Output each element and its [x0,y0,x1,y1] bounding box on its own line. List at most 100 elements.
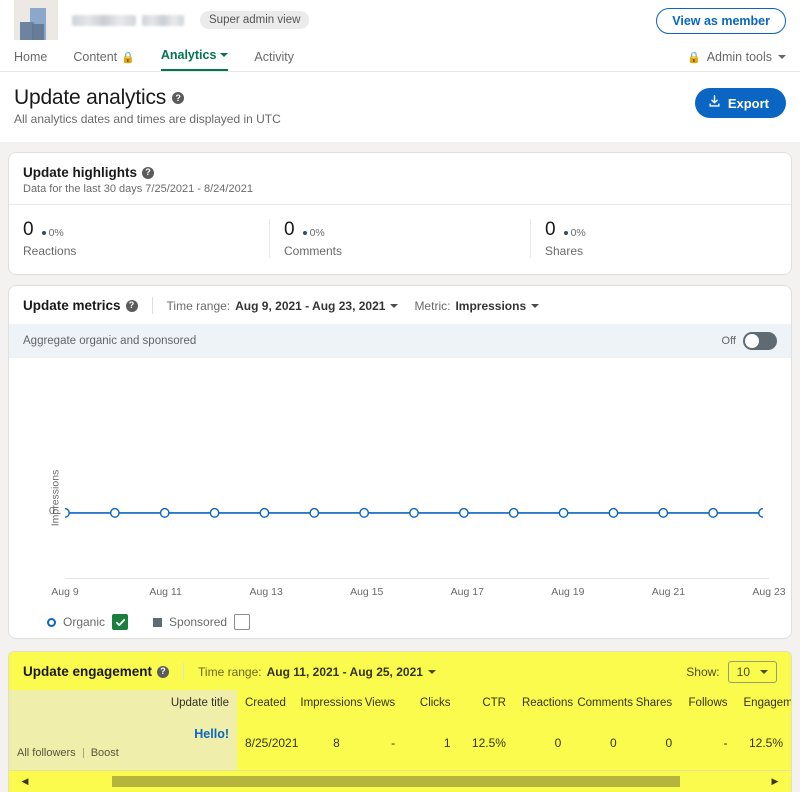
scrollbar-thumb[interactable] [112,776,681,787]
col-ctr[interactable]: CTR [459,690,514,716]
cell-reactions: 0 [554,736,562,750]
organization-logo[interactable] [14,0,58,42]
col-comments[interactable]: Comments [569,690,633,716]
redacted-text-b [142,14,184,26]
time-range-value-engagement: Aug 11, 2021 - Aug 25, 2021 [266,664,423,679]
aggregate-toggle-bar: Aggregate organic and sponsored Off [9,324,791,358]
chart-x-tick-label: Aug 11 [149,586,182,598]
chart-data-point[interactable] [559,509,567,518]
update-highlights-title-text: Update highlights [23,165,137,180]
aggregate-toggle[interactable] [743,332,777,350]
col-reactions[interactable]: Reactions [514,690,573,716]
stat-comments-delta: 0% [302,227,325,239]
stat-comments-value: 0 [284,219,295,240]
chart-data-point[interactable] [759,509,763,518]
col-clicks[interactable]: Clicks [403,690,458,716]
aggregate-toggle-wrap: Off [722,332,777,350]
cell-shares: 0 [665,736,673,750]
chart-data-point[interactable] [161,509,169,518]
time-range-dropdown-engagement[interactable]: Time range: Aug 11, 2021 - Aug 25, 2021 [198,665,436,679]
col-update-title[interactable]: Update title [9,690,237,716]
scroll-left-arrow-icon[interactable]: ◀ [19,776,31,787]
chevron-down-icon [220,53,229,57]
update-engagement-title: Update engagement ? [23,664,170,679]
nav-item-activity[interactable]: Activity [254,50,294,71]
nav-item-analytics[interactable]: Analytics [160,48,229,71]
chart-x-tick-label: Aug 13 [249,586,283,598]
col-created[interactable]: Created [237,690,292,716]
table-row-divider [9,770,791,771]
col-engagement-rate[interactable]: Engagement rate [736,690,791,716]
export-button[interactable]: Export [694,88,786,118]
stat-reactions-label: Reactions [23,244,77,258]
organic-checkbox[interactable] [112,614,129,630]
chart-x-tick-label: Aug 21 [651,586,686,598]
help-icon-engagement[interactable]: ? [157,665,170,678]
update-metrics-title-text: Update metrics [23,298,121,313]
chart-data-point[interactable] [659,509,667,518]
scrollbar-track[interactable] [31,776,769,787]
stat-shares-delta: 0% [563,227,586,239]
chart-y-axis-label: Impressions [49,469,62,527]
legend-label-sponsored: Sponsored [169,615,228,629]
chart-plot-area [65,368,763,578]
organization-name-redacted: Super admin view [72,11,310,29]
export-button-label: Export [727,95,769,111]
cell-ctr: 12.5% [471,736,506,750]
row-audience: All followers [17,747,76,759]
col-follows[interactable]: Follows [680,690,735,716]
time-range-value-metrics: Aug 9, 2021 - Aug 23, 2021 [235,298,386,313]
sponsored-checkbox[interactable] [234,614,251,630]
scroll-right-arrow-icon[interactable]: ▶ [769,776,781,787]
admin-tools-menu[interactable]: 🔒 Admin tools [687,50,786,64]
chart-data-point[interactable] [360,509,368,518]
help-icon-page[interactable]: ? [172,92,185,104]
cell-impressions: 8 [333,736,340,750]
boost-link[interactable]: Boost [91,747,119,759]
col-shares[interactable]: Shares [625,690,680,716]
highlights-stats: 0 0% Reactions 0 0% Comments 0 0% Shares [9,205,791,274]
view-as-member-button[interactable]: View as member [656,8,786,34]
lock-icon: 🔒 [121,51,135,64]
update-metrics-card: Update metrics ? Time range: Aug 9, 2021… [8,285,792,639]
stat-shares-delta-value: 0% [570,227,586,239]
meta-separator [82,748,84,758]
time-range-dropdown-metrics[interactable]: Time range: Aug 9, 2021 - Aug 23, 2021 [167,299,399,313]
chart-data-point[interactable] [111,509,119,518]
row-meta: All followers Boost [17,747,229,759]
help-icon-metrics[interactable]: ? [125,299,138,312]
chart-data-point[interactable] [310,509,318,518]
chart-data-point[interactable] [510,509,518,518]
cell-follows: - [723,736,728,750]
toggle-knob [745,334,759,348]
chart-legend: Organic Sponsored [47,614,251,630]
chevron-down-icon-time-range-engagement [427,669,436,674]
row-title-link[interactable]: Hello! [17,727,229,741]
chart-data-point[interactable] [210,509,218,518]
help-icon-highlights[interactable]: ? [142,166,154,179]
stat-reactions-delta-value: 0% [48,227,64,239]
download-icon [708,95,721,111]
stat-comments: 0 0% Comments [270,219,531,258]
chart-data-point[interactable] [260,509,268,518]
chart-y-tick-0: 0 [49,505,55,517]
aggregate-label: Aggregate organic and sponsored [23,335,197,347]
metric-dropdown[interactable]: Metric: Impressions [414,298,540,313]
nav-item-home[interactable]: Home [14,50,47,71]
chart-x-tick-label: Aug 23 [752,586,786,598]
stat-comments-top: 0 0% [284,219,516,241]
chart-data-point[interactable] [410,509,418,518]
legend-item-sponsored[interactable]: Sponsored [153,614,251,630]
table-header-row: Update title Created Impressions Views C… [9,690,791,716]
nav-item-content[interactable]: Content 🔒 [73,50,134,71]
horizontal-scrollbar[interactable]: ◀ ▶ [15,774,785,789]
cell-engagement-rate: 12.5% [748,736,783,750]
metric-label: Metric: [414,298,451,313]
show-rows-select[interactable]: 10 [727,661,777,683]
chart-data-point[interactable] [460,509,468,518]
col-impressions[interactable]: Impressions [292,690,362,716]
legend-item-organic[interactable]: Organic [47,614,129,630]
chart-data-point[interactable] [609,509,617,518]
chart-data-point[interactable] [709,509,717,518]
chart-data-point[interactable] [65,509,69,518]
